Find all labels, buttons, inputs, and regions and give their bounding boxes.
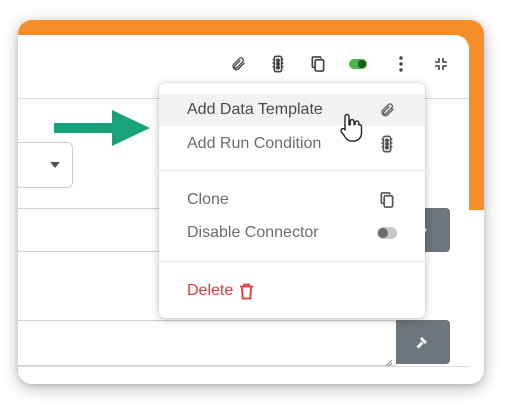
type-select[interactable] xyxy=(18,142,73,188)
menu-item-add-data-template[interactable]: Add Data Template xyxy=(159,94,425,126)
trash-icon xyxy=(239,283,254,300)
collapse-icon[interactable] xyxy=(431,54,451,74)
paperclip-icon[interactable] xyxy=(228,54,248,74)
resize-grip-icon[interactable] xyxy=(385,354,393,367)
copy-icon[interactable] xyxy=(308,54,328,74)
connector-context-menu: Add Data Template Add Run Condition Clon… xyxy=(159,83,425,318)
paperclip-icon xyxy=(377,100,397,120)
menu-item-add-run-condition[interactable]: Add Run Condition xyxy=(159,128,425,160)
toggle-on-icon[interactable] xyxy=(348,54,368,74)
toggle-off-icon xyxy=(377,223,397,243)
menu-item-clone[interactable]: Clone xyxy=(159,184,425,216)
text-area[interactable] xyxy=(18,320,397,367)
more-vert-icon[interactable] xyxy=(391,54,411,74)
pointer-arrow-icon xyxy=(54,110,150,146)
traffic-light-icon[interactable] xyxy=(268,54,288,74)
hand-cursor-icon xyxy=(340,113,363,142)
copy-icon xyxy=(377,190,397,210)
menu-item-disable-connector[interactable]: Disable Connector xyxy=(159,217,425,249)
traffic-light-icon xyxy=(377,134,397,154)
gavel-button[interactable] xyxy=(396,320,450,364)
menu-item-delete[interactable]: Delete xyxy=(187,281,254,301)
chevron-down-icon xyxy=(50,162,60,168)
